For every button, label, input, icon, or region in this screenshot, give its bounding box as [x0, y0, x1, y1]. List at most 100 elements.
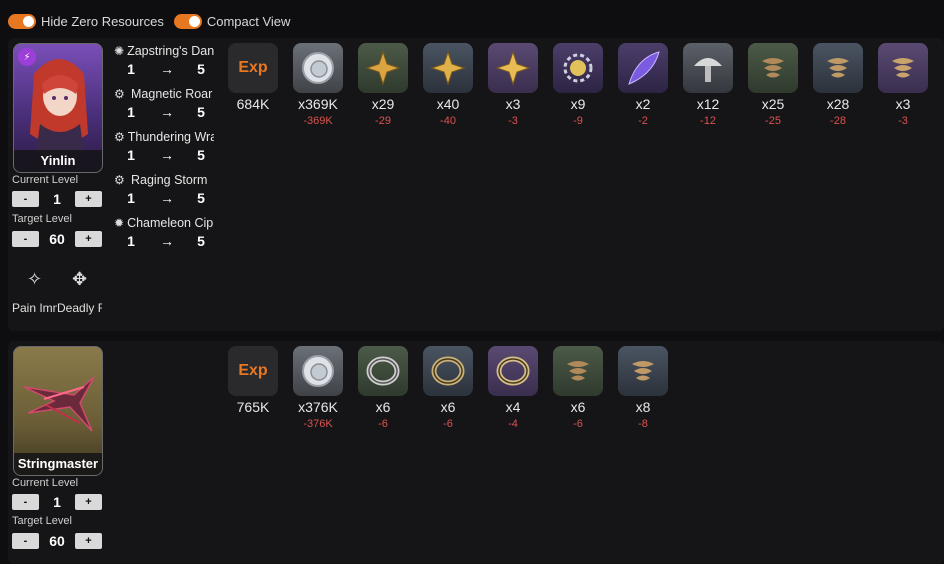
decrease-current-level-button[interactable]: -: [12, 493, 39, 510]
skill-name: Chameleon Cipher: [127, 216, 214, 230]
resource-delta: -6: [443, 418, 453, 430]
skill-to-level[interactable]: 5: [192, 147, 210, 163]
ring-icon: [358, 346, 408, 396]
resource-count: 765K: [236, 399, 270, 415]
resource-delta: -369K: [303, 115, 333, 127]
resource-count: x3: [895, 96, 911, 112]
resource-item: x3 -3: [488, 43, 538, 127]
skill-name: Zapstring's Dance: [127, 44, 214, 58]
resource-item: Exp 684K: [228, 43, 278, 127]
skill-from-level[interactable]: 1: [120, 61, 142, 77]
decrease-target-level-button[interactable]: -: [12, 532, 39, 549]
star-crystal-icon: [358, 43, 408, 93]
resource-delta: -40: [440, 115, 456, 127]
skill-item[interactable]: ⚙ Raging Storm 1 → 5: [114, 172, 214, 215]
skill-item[interactable]: ✺Zapstring's Dance 1 → 5: [114, 43, 214, 86]
resource-count: x9: [570, 96, 586, 112]
shell-credit-icon: [293, 346, 343, 396]
resource-delta: -376K: [303, 418, 333, 430]
passive-skill[interactable]: ✥ Deadly Focus: [57, 267, 102, 316]
resource-item: x28 -28: [813, 43, 863, 127]
skill-item[interactable]: ⚙Thundering Wrath 1 → 5: [114, 129, 214, 172]
hide-zero-resources-toggle[interactable]: Hide Zero Resources: [8, 13, 164, 29]
toggle-switch[interactable]: [8, 13, 36, 29]
character-portrait[interactable]: ⚡ Yinlin: [13, 43, 103, 173]
exp-icon: Exp: [228, 346, 278, 396]
skill-item[interactable]: ✹Chameleon Cipher 1 → 5: [114, 215, 214, 258]
resource-count: x6: [375, 399, 391, 415]
resource-list: Exp 684K x369K -369K x29 -29 x40 -40 x3 …: [228, 43, 943, 127]
shell-credit-icon: [293, 43, 343, 93]
resource-delta: -3: [508, 115, 518, 127]
increase-target-level-button[interactable]: +: [75, 532, 102, 549]
increase-target-level-button[interactable]: +: [75, 230, 102, 247]
decrease-current-level-button[interactable]: -: [12, 190, 39, 207]
spiral-icon: [553, 346, 603, 396]
toggle-label: Hide Zero Resources: [41, 13, 164, 29]
skill-from-level[interactable]: 1: [120, 147, 142, 163]
skill-from-level[interactable]: 1: [120, 233, 142, 249]
resource-count: x6: [570, 399, 586, 415]
electro-icon: ⚡: [18, 48, 36, 66]
resource-delta: -6: [378, 418, 388, 430]
spiral-icon: [878, 43, 928, 93]
passive-skill[interactable]: ✧ Pain Immersion: [12, 267, 57, 316]
resource-count: x6: [440, 399, 456, 415]
weapon-name: Stringmaster: [14, 453, 102, 475]
passive-name: Pain Immersion: [12, 301, 57, 315]
resource-count: x12: [696, 96, 720, 112]
target-level-value[interactable]: 60: [39, 533, 75, 549]
toggle-label: Compact View: [206, 13, 291, 29]
arrow-icon: →: [160, 190, 174, 206]
star-crystal-icon: [488, 43, 538, 93]
skill-to-level[interactable]: 5: [192, 233, 210, 249]
resource-delta: -2: [638, 115, 648, 127]
resource-count: x29: [371, 96, 395, 112]
resource-item: x2 -2: [618, 43, 668, 127]
target-level-value[interactable]: 60: [39, 231, 75, 247]
skill-to-level[interactable]: 5: [192, 61, 210, 77]
passive-skills: ✧ Pain Immersion ✥ Deadly Focus: [12, 267, 102, 316]
resource-item: x8 -8: [618, 346, 668, 430]
toggle-switch[interactable]: [173, 13, 202, 29]
current-level-value[interactable]: 1: [39, 494, 75, 510]
character-name: Yinlin: [14, 150, 102, 172]
resource-delta: -3: [898, 115, 908, 127]
feather-icon: [618, 43, 668, 93]
decrease-target-level-button[interactable]: -: [12, 230, 39, 247]
ring-icon: [423, 346, 473, 396]
current-level-stepper: - 1 +: [12, 190, 102, 207]
resource-count: x4: [505, 399, 521, 415]
skill-to-level[interactable]: 5: [192, 104, 210, 120]
skill-from-level[interactable]: 1: [120, 104, 142, 120]
skill-to-level[interactable]: 5: [192, 190, 210, 206]
exp-icon: Exp: [228, 43, 278, 93]
resource-delta: -25: [765, 115, 781, 127]
increase-current-level-button[interactable]: +: [75, 493, 102, 510]
skill-from-level[interactable]: 1: [120, 190, 142, 206]
resource-count: 684K: [236, 96, 270, 112]
resource-item: x3 -3: [878, 43, 928, 127]
resource-delta: -4: [508, 418, 518, 430]
skill-item[interactable]: ⚙ Magnetic Roar 1 → 5: [114, 86, 214, 129]
resource-delta: -8: [638, 418, 648, 430]
resource-count: x2: [635, 96, 651, 112]
arrow-icon: →: [160, 61, 174, 77]
resource-count: x376K: [298, 399, 338, 415]
resource-count: x8: [635, 399, 651, 415]
resource-delta: -9: [573, 115, 583, 127]
resource-delta: -29: [375, 115, 391, 127]
target-level-stepper: - 60 +: [12, 532, 102, 549]
bulb-icon: ✹: [114, 216, 125, 230]
increase-current-level-button[interactable]: +: [75, 190, 102, 207]
resource-item: Exp 765K: [228, 346, 278, 430]
star-crystal-icon: [423, 43, 473, 93]
current-level-value[interactable]: 1: [39, 191, 75, 207]
resource-item: x40 -40: [423, 43, 473, 127]
compact-view-toggle[interactable]: Compact View: [173, 13, 291, 29]
resource-delta: -12: [700, 115, 716, 127]
weapon-portrait[interactable]: Stringmaster: [13, 346, 103, 476]
current-level-stepper: - 1 +: [12, 493, 102, 510]
passive-name: Deadly Focus: [57, 301, 102, 315]
resource-item: x4 -4: [488, 346, 538, 430]
